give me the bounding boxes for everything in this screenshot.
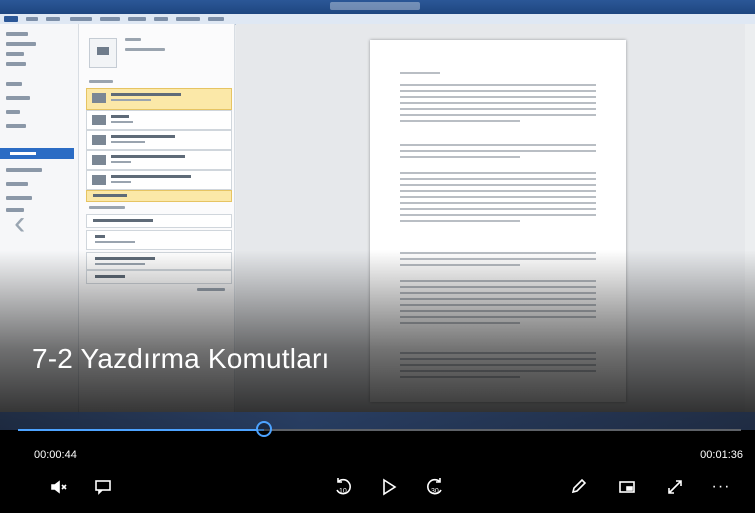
svg-text:30: 30 [431,488,439,495]
elapsed-time: 00:00:44 [34,449,77,461]
printer-selected [86,88,232,110]
seek-bar-progress [18,429,264,431]
fullscreen-button[interactable] [660,474,690,500]
seek-handle[interactable] [255,421,272,437]
printer-option [86,130,232,150]
forward-30-button[interactable]: 30 [420,474,450,500]
subtitles-icon [95,480,111,495]
fullscreen-icon [668,480,682,494]
printer-option [86,170,232,190]
svg-text:10: 10 [339,488,347,495]
forward-30-icon: 30 [427,478,442,495]
printer-option [86,150,232,170]
settings-dropdown [86,230,232,250]
window-titlebar [0,0,755,14]
total-duration: 00:01:36 [700,449,743,461]
rewind-10-button[interactable]: 10 [328,474,358,500]
mute-icon [51,480,67,494]
seek-bar[interactable] [18,429,741,431]
printer-option [86,110,232,130]
miniview-icon [619,481,635,493]
video-frame[interactable]: ‹ 7-2 Yazdırma Komutları [0,0,755,430]
taskbar-strip [0,412,755,430]
subtitles-button[interactable] [88,474,118,500]
play-button[interactable] [374,474,404,500]
pen-icon [571,478,587,494]
video-caption: 7-2 Yazdırma Komutları [32,343,330,374]
backstage-item-print [0,148,74,159]
previous-arrow-icon[interactable]: ‹ [14,206,25,240]
rewind-10-icon: 10 [336,478,351,495]
print-button [89,38,117,68]
printer-properties [86,190,232,202]
player-controls-bar [0,432,755,513]
settings-dropdown [86,214,232,228]
pen-button[interactable] [563,474,593,500]
mute-button[interactable] [44,474,74,500]
play-icon [383,478,397,496]
more-button[interactable]: ··· [706,474,736,500]
mini-view-button[interactable] [612,474,642,500]
